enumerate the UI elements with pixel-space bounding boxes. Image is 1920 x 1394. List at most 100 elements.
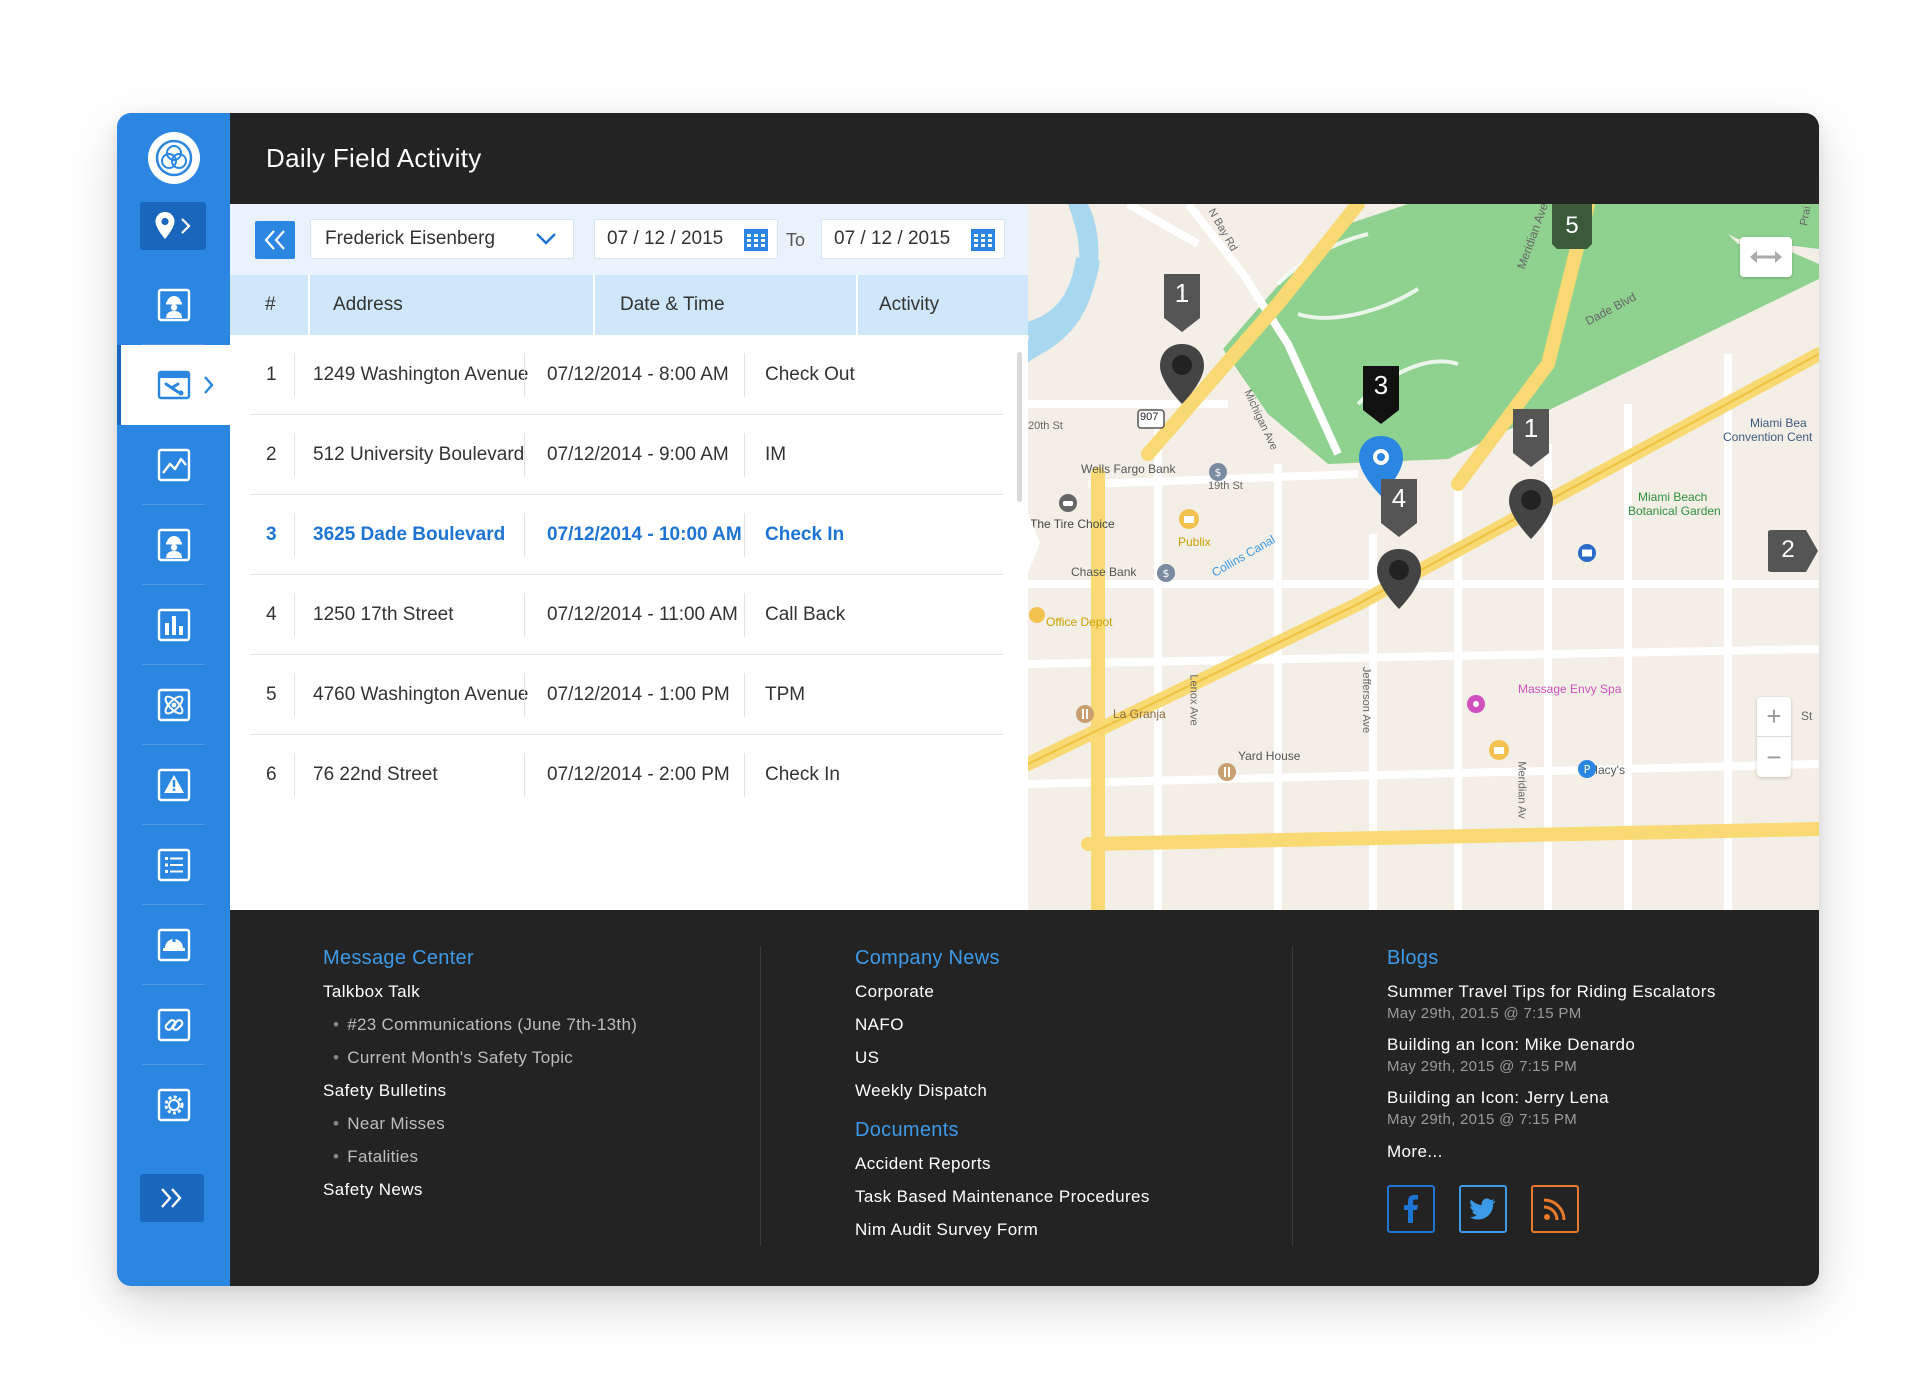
zoom-in-button[interactable]: + [1757, 697, 1791, 737]
facebook-button[interactable] [1387, 1185, 1435, 1233]
blogs-more-link[interactable]: More... [1387, 1139, 1716, 1165]
bank-icon: $ [1209, 463, 1227, 481]
row-number: 2 [266, 444, 277, 465]
from-date-value: 07 / 12 / 2015 [607, 228, 724, 249]
footer-link[interactable]: Talkbox Talk [323, 980, 637, 1004]
row-address: 1250 17th Street [313, 604, 454, 625]
collapse-panel-button[interactable] [255, 221, 295, 259]
tools-icon [157, 370, 190, 400]
employee-select-value: Frederick Eisenberg [325, 228, 496, 249]
settings-icon [157, 1088, 190, 1122]
expand-sidebar-button[interactable] [140, 1174, 204, 1222]
footer-link[interactable]: Safety Bulletins [323, 1074, 637, 1107]
table-row[interactable]: 6 76 22nd Street 07/12/2014 - 2:00 PM Ch… [250, 735, 1003, 815]
map-label: Botanical Garden [1628, 504, 1721, 518]
panel-pointer [1028, 513, 1040, 573]
calendar-icon[interactable] [970, 228, 996, 252]
map-pin-icon [155, 212, 175, 239]
row-address: 3625 Dade Boulevard [313, 524, 506, 545]
blog-date: May 29th, 201.5 @ 7:15 PM [1387, 1005, 1582, 1022]
bank-icon: $ [1157, 564, 1175, 582]
footer-link[interactable]: Nim Audit Survey Form [855, 1213, 1150, 1246]
row-datetime: 07/12/2014 - 2:00 PM [547, 764, 730, 785]
sidebar-item-trends[interactable] [117, 425, 230, 505]
footer-link[interactable]: Accident Reports [855, 1152, 1150, 1176]
sidebar-item-safety[interactable] [117, 905, 230, 985]
row-address: 76 22nd Street [313, 764, 438, 785]
footer-sublink[interactable]: Near Misses [323, 1107, 637, 1140]
shopping-icon [1029, 607, 1045, 623]
footer-sublink[interactable]: Current Month's Safety Topic [323, 1041, 637, 1074]
sidebar-item-tools[interactable] [117, 345, 242, 425]
twitter-button[interactable] [1459, 1185, 1507, 1233]
double-chevron-left-icon [264, 230, 285, 250]
employee-select[interactable]: Frederick Eisenberg [310, 219, 574, 259]
social-links [1387, 1185, 1716, 1233]
table-row[interactable]: 1 1249 Washington Avenue 07/12/2014 - 8:… [250, 335, 1003, 415]
calendar-icon[interactable] [743, 228, 769, 252]
column-header-datetime[interactable]: Date & Time [620, 275, 725, 335]
sidebar-item-alerts[interactable] [117, 745, 230, 825]
footer-link[interactable]: US [855, 1041, 1150, 1074]
sidebar-item-personnel[interactable] [117, 505, 230, 585]
to-date-field[interactable]: 07 / 12 / 2015 [821, 219, 1005, 259]
column-header-activity[interactable]: Activity [879, 275, 939, 335]
table-scrollbar[interactable] [1017, 352, 1022, 502]
row-datetime: 07/12/2014 - 9:00 AM [547, 444, 729, 465]
zoom-out-button[interactable]: − [1757, 737, 1791, 777]
map-cluster-marker[interactable]: 5 [1552, 204, 1592, 254]
from-date-field[interactable]: 07 / 12 / 2015 [594, 219, 778, 259]
restaurant-icon [1218, 763, 1236, 781]
map-fullscreen-button[interactable] [1740, 237, 1792, 277]
car-icon [1059, 494, 1077, 512]
row-number: 6 [266, 764, 277, 785]
footer-link[interactable]: Safety News [323, 1173, 637, 1206]
column-header-number[interactable]: # [265, 275, 276, 335]
shopping-icon [1489, 740, 1509, 760]
footer-link[interactable]: NAFO [855, 1008, 1150, 1041]
mail-icon [1578, 544, 1596, 562]
map-pin-marker[interactable]: 1 [1155, 274, 1209, 444]
table-row[interactable]: 2 512 University Boulevard 07/12/2014 - … [250, 415, 1003, 495]
footer-link[interactable]: Corporate [855, 980, 1150, 1004]
map-label: The Tire Choice [1030, 517, 1115, 531]
sidebar-item-science[interactable] [117, 665, 230, 745]
sidebar-item-workers[interactable] [117, 265, 230, 345]
table-row-selected[interactable]: 3 3625 Dade Boulevard 07/12/2014 - 10:00… [250, 495, 1003, 575]
blog-post[interactable]: Building an Icon: Mike Denardo May 29th,… [1387, 1033, 1716, 1077]
double-chevron-right-icon [161, 1188, 182, 1208]
hard-hat-icon [157, 928, 190, 962]
section-title: Message Center [323, 947, 474, 969]
map-label: Meridian Av [1515, 761, 1528, 819]
sidebar-item-lists[interactable] [117, 825, 230, 905]
blog-post[interactable]: Building an Icon: Jerry Lena May 29th, 2… [1387, 1086, 1716, 1130]
footer-link[interactable]: Task Based Maintenance Procedures [855, 1180, 1150, 1213]
column-header-address[interactable]: Address [333, 275, 403, 335]
row-datetime: 07/12/2014 - 11:00 AM [547, 604, 738, 625]
company-logo[interactable] [148, 132, 200, 184]
marker-label: 1 [1523, 413, 1539, 443]
activity-map[interactable]: N Bay Rd Meridian Ave Dade Blvd Prai 20t… [1028, 204, 1819, 910]
map-cluster-marker[interactable]: 2 [1768, 530, 1819, 574]
map-label: 20th St [1028, 420, 1063, 432]
footer-sublink[interactable]: Fatalities [323, 1140, 637, 1173]
sidebar-item-settings[interactable] [117, 1065, 230, 1145]
rss-button[interactable] [1531, 1185, 1579, 1233]
map-pin-marker[interactable]: 1 [1504, 409, 1558, 579]
blog-post[interactable]: Summer Travel Tips for Riding Escalators… [1387, 980, 1716, 1024]
row-activity: IM [765, 444, 787, 465]
table-row[interactable]: 5 4760 Washington Avenue 07/12/2014 - 1:… [250, 655, 1003, 735]
table-row[interactable]: 4 1250 17th Street 07/12/2014 - 11:00 AM… [250, 575, 1003, 655]
location-menu-button[interactable] [140, 202, 206, 250]
map-label: St [1801, 709, 1813, 723]
footer-sublink[interactable]: #23 Communications (June 7th-13th) [323, 1008, 637, 1041]
footer-link[interactable]: Weekly Dispatch [855, 1074, 1150, 1107]
row-activity: Check In [765, 764, 840, 785]
sidebar-item-reports[interactable] [117, 585, 230, 665]
marker-label: 4 [1391, 483, 1407, 513]
map-pin-marker[interactable]: 4 [1372, 479, 1426, 649]
marker-label: 5 [1565, 212, 1579, 239]
sidebar-item-links[interactable] [117, 985, 230, 1065]
map-label: Publix [1178, 535, 1211, 549]
svg-text:$: $ [1215, 466, 1222, 479]
